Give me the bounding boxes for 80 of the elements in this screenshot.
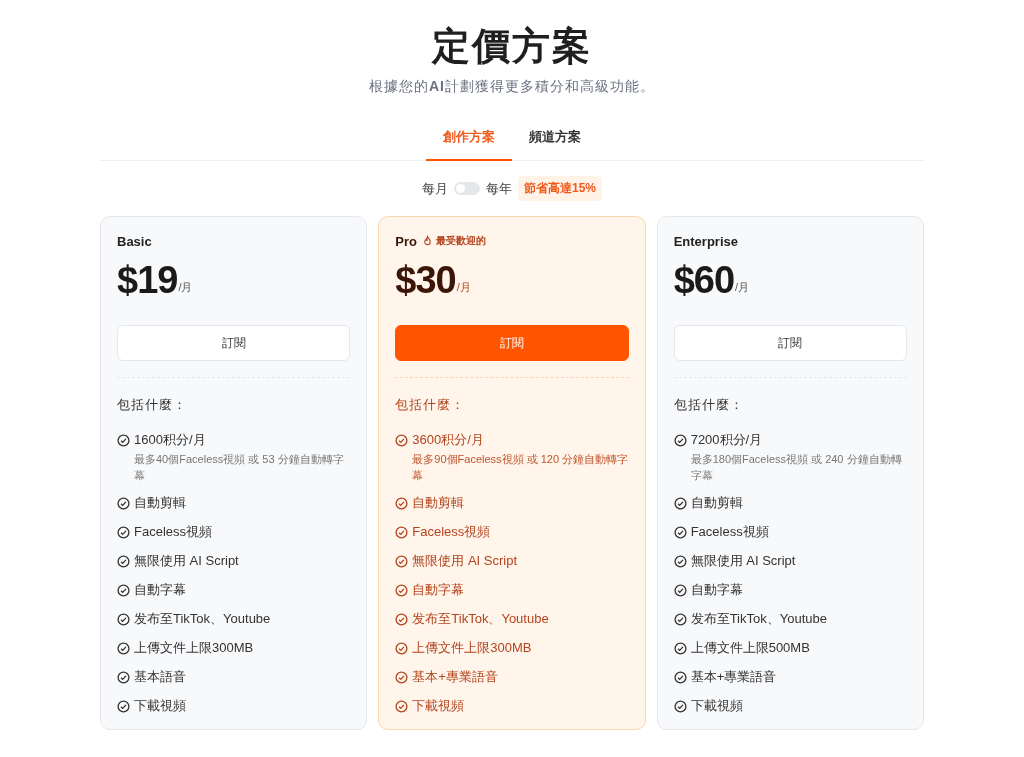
- feature-note: 最多180個Faceless視頻 或 240 分鐘自動轉字幕: [690, 452, 903, 483]
- plan-name: Enterprise: [673, 233, 738, 249]
- feature-text: 自動字幕: [690, 581, 743, 599]
- subscribe-button[interactable]: 訂閱: [117, 325, 351, 361]
- check-circle-icon: [395, 641, 409, 655]
- check-circle-icon: [395, 699, 409, 713]
- check-circle-icon: [673, 554, 687, 568]
- check-circle-icon: [395, 496, 409, 510]
- feature-text: 自動剪輯: [134, 494, 186, 512]
- check-circle-icon: [395, 670, 409, 684]
- plan-name: Pro: [395, 233, 417, 249]
- check-circle-icon: [673, 433, 687, 447]
- check-circle-icon: [117, 433, 130, 447]
- check-circle-icon: [673, 641, 687, 655]
- feature-text: 下載視頻: [412, 697, 465, 715]
- feature-text: 发布至TikTok、Youtube: [690, 610, 827, 628]
- billing-toggle[interactable]: [454, 182, 480, 195]
- check-circle-icon: [117, 525, 130, 539]
- plan-tab[interactable]: 頻道方案: [512, 118, 598, 161]
- plan-price: $30: [395, 258, 456, 303]
- check-circle-icon: [117, 612, 130, 626]
- feature-text: 無限使用 AI Script: [690, 552, 796, 570]
- price-period: /月: [456, 280, 471, 295]
- feature-text: 自動字幕: [134, 581, 186, 599]
- price-period: /月: [735, 280, 750, 295]
- check-circle-icon: [395, 583, 409, 597]
- check-circle-icon: [673, 496, 687, 510]
- feature-text: 1600积分/月: [134, 431, 206, 449]
- check-circle-icon: [117, 583, 130, 597]
- check-circle-icon: [673, 525, 687, 539]
- feature-text: 下載視頻: [690, 697, 743, 715]
- check-circle-icon: [395, 525, 409, 539]
- check-circle-icon: [395, 554, 409, 568]
- feature-text: 3600积分/月: [412, 431, 484, 449]
- check-circle-icon: [673, 699, 687, 713]
- feature-text: 基本+專業語音: [412, 668, 498, 686]
- check-circle-icon: [117, 670, 130, 684]
- page-title: 定價方案: [432, 24, 592, 69]
- feature-text: 发布至TikTok、Youtube: [134, 610, 271, 628]
- discount-badge: 節省高達15%: [518, 176, 602, 201]
- feature-text: 基本語音: [134, 668, 186, 686]
- feature-text: 上傳文件上限300MB: [412, 639, 532, 657]
- check-circle-icon: [673, 670, 687, 684]
- popular-label: 最受歡迎的: [436, 234, 486, 248]
- feature-text: 自動字幕: [412, 581, 465, 599]
- feature-note: 最多90個Faceless視頻 或 120 分鐘自動轉字幕: [412, 452, 629, 483]
- plan-price: $19: [117, 258, 178, 303]
- includes-heading: 包括什麼：: [673, 396, 745, 414]
- subscribe-button[interactable]: 訂閱: [673, 325, 907, 361]
- yearly-label: 每年: [486, 179, 512, 198]
- check-circle-icon: [117, 641, 130, 655]
- feature-note: 最多40個Faceless視頻 或 53 分鐘自動轉字幕: [134, 452, 345, 483]
- check-circle-icon: [117, 699, 130, 713]
- feature-text: 自動剪輯: [412, 494, 465, 512]
- feature-text: 上傳文件上限500MB: [690, 639, 810, 657]
- monthly-label: 每月: [422, 179, 448, 198]
- feature-text: Faceless視頻: [134, 523, 213, 541]
- includes-heading: 包括什麼：: [117, 396, 188, 414]
- plan-price: $60: [673, 258, 735, 303]
- feature-text: 上傳文件上限300MB: [134, 639, 254, 657]
- plan-name: Basic: [117, 233, 152, 249]
- feature-text: 下載視頻: [134, 697, 186, 715]
- feature-text: Faceless視頻: [690, 523, 769, 541]
- flame-icon: [422, 235, 433, 247]
- check-circle-icon: [673, 583, 687, 597]
- feature-text: 基本+專業語音: [690, 668, 777, 686]
- feature-text: 7200积分/月: [690, 431, 763, 449]
- feature-text: 发布至TikTok、Youtube: [412, 610, 549, 628]
- page-subtitle: 根據您的AI計劃獲得更多積分和高級功能。: [369, 78, 655, 96]
- feature-text: 無限使用 AI Script: [134, 552, 239, 570]
- price-period: /月: [178, 280, 193, 295]
- feature-text: 自動剪輯: [690, 494, 743, 512]
- check-circle-icon: [395, 612, 409, 626]
- check-circle-icon: [395, 433, 409, 447]
- includes-heading: 包括什麼：: [395, 396, 467, 414]
- check-circle-icon: [117, 496, 130, 510]
- check-circle-icon: [117, 554, 130, 568]
- check-circle-icon: [673, 612, 687, 626]
- feature-text: Faceless視頻: [412, 523, 491, 541]
- feature-text: 無限使用 AI Script: [412, 552, 518, 570]
